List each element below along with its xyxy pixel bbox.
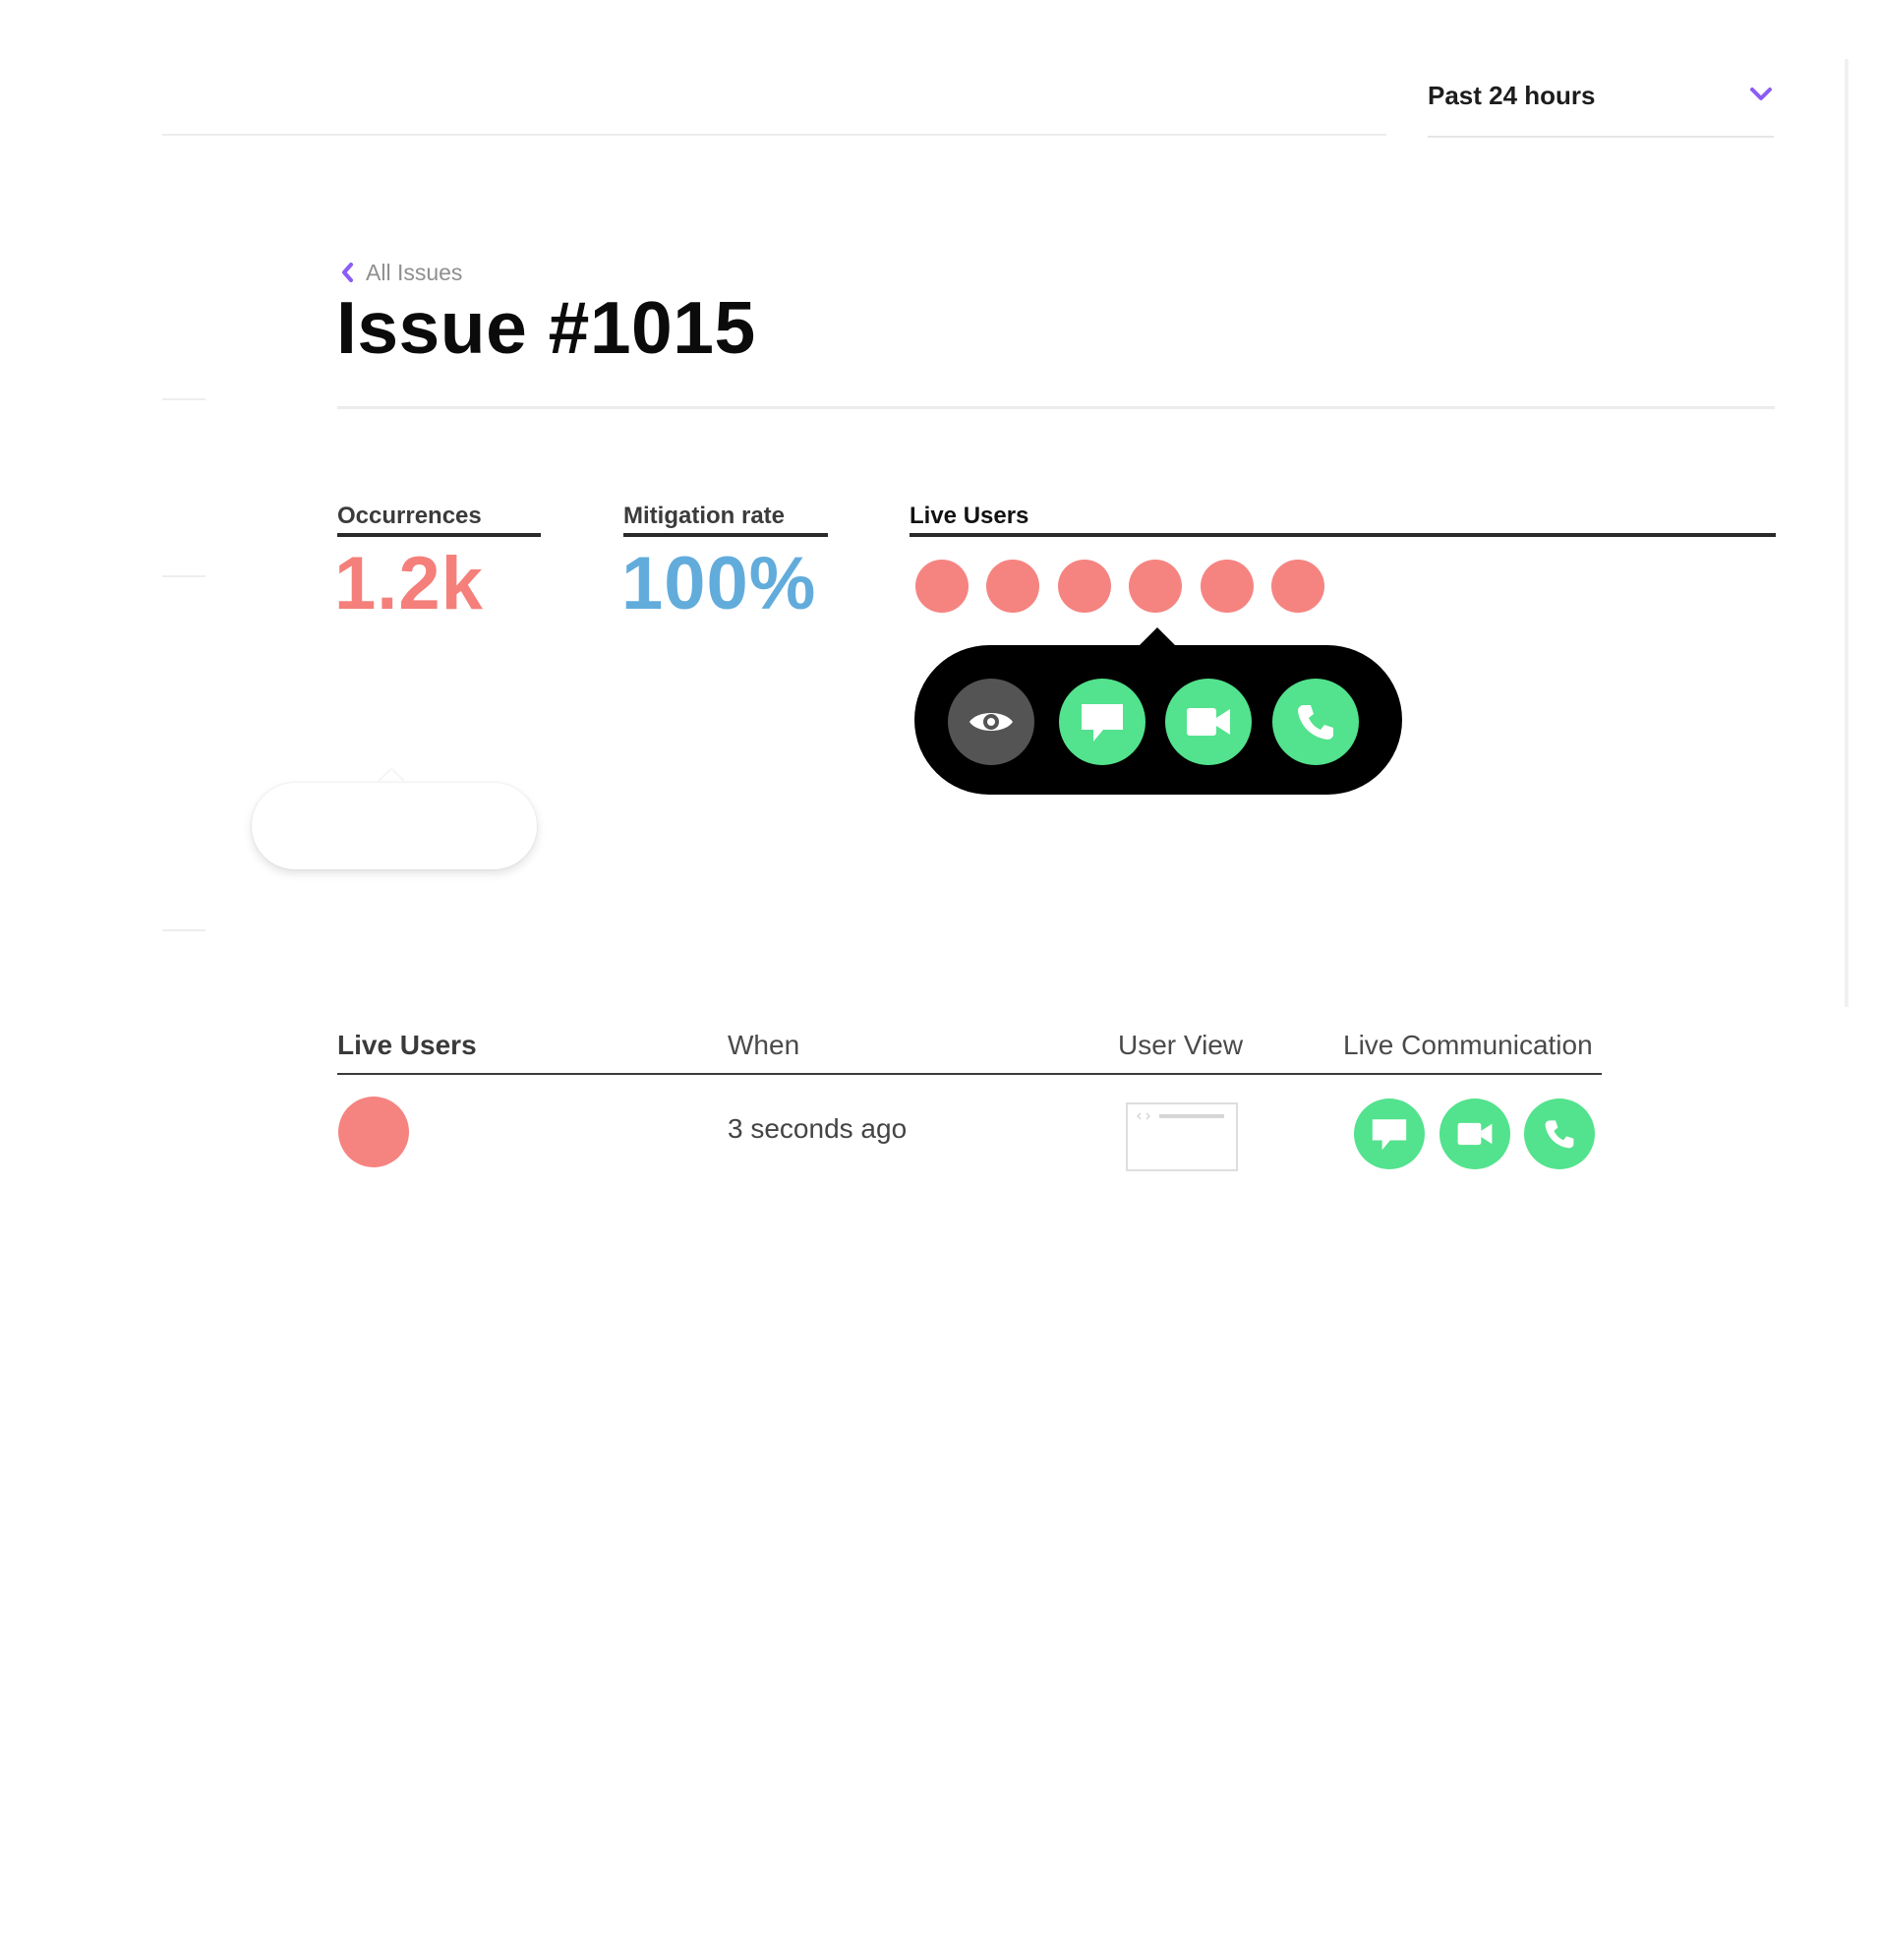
mitigation-rate-underline <box>623 533 828 537</box>
popover-caret <box>1138 627 1177 647</box>
title-divider <box>337 406 1775 409</box>
phone-call-button[interactable] <box>1272 679 1359 765</box>
video-icon <box>1457 1122 1493 1146</box>
column-header-live-communication: Live Communication <box>1343 1030 1593 1060</box>
video-call-button[interactable] <box>1165 679 1252 765</box>
column-header-user-view: User View <box>1118 1030 1244 1060</box>
chevron-left-icon <box>342 263 353 282</box>
page-title: Issue #1015 <box>336 286 756 369</box>
chat-icon <box>1082 704 1123 742</box>
live-user-avatar[interactable] <box>1201 560 1254 613</box>
live-user-avatar[interactable] <box>915 560 969 613</box>
live-users-underline <box>910 533 1776 537</box>
phone-icon <box>1545 1120 1574 1149</box>
divider-dash <box>162 398 206 400</box>
header-divider <box>162 134 1386 136</box>
live-users-label: Live Users <box>910 503 1029 529</box>
occurrences-value: 1.2k <box>334 542 484 625</box>
chat-icon <box>1372 1119 1407 1151</box>
tooltip-card <box>252 783 537 869</box>
divider-dash <box>162 575 206 577</box>
browser-window-icon <box>1136 1112 1224 1120</box>
row-when: 3 seconds ago <box>728 1113 908 1144</box>
divider-dash <box>162 929 206 931</box>
column-header-when: When <box>728 1030 800 1060</box>
eye-icon <box>969 713 1013 731</box>
occurrences-underline <box>337 533 541 537</box>
chat-button[interactable] <box>1059 679 1145 765</box>
mitigation-rate-label: Mitigation rate <box>623 503 786 529</box>
row-chat-button[interactable] <box>1354 1099 1425 1169</box>
row-user-avatar[interactable] <box>338 1097 409 1167</box>
time-range-label: Past 24 hours <box>1428 81 1596 110</box>
occurrences-label: Occurrences <box>337 503 482 529</box>
live-user-avatar[interactable] <box>1058 560 1111 613</box>
live-user-avatar[interactable] <box>1271 560 1324 613</box>
column-header-live-users: Live Users <box>337 1030 477 1060</box>
breadcrumb-label: All Issues <box>366 259 463 285</box>
mitigation-rate-value: 100% <box>621 542 817 625</box>
time-range-select[interactable]: Past 24 hours <box>1428 77 1774 138</box>
view-session-button[interactable] <box>948 679 1034 765</box>
back-to-all-issues-link[interactable]: All Issues <box>340 256 462 289</box>
chevron-down-icon <box>1750 88 1772 100</box>
row-phone-call-button[interactable] <box>1524 1099 1595 1169</box>
live-user-avatar[interactable] <box>986 560 1039 613</box>
phone-icon <box>1298 705 1333 740</box>
row-video-call-button[interactable] <box>1439 1099 1510 1169</box>
scrollbar[interactable] <box>1845 59 1849 1007</box>
live-user-avatar[interactable] <box>1129 560 1182 613</box>
user-view-thumbnail[interactable] <box>1126 1102 1238 1171</box>
video-icon <box>1187 708 1230 736</box>
table-header-divider <box>337 1073 1602 1075</box>
